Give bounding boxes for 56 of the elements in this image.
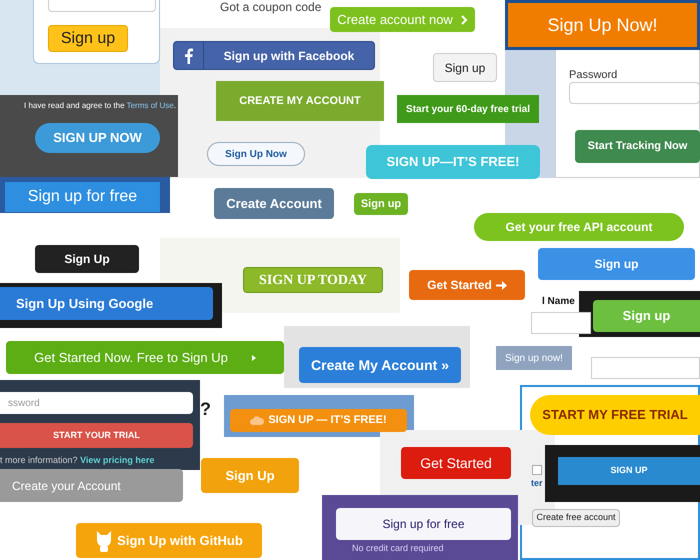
input-field[interactable] [569, 82, 700, 104]
signup-button[interactable]: Sign Up Using Google [0, 287, 213, 320]
input-field[interactable] [531, 312, 591, 334]
label-text: l Name [542, 295, 575, 309]
note-text: t more information? View pricing here [0, 454, 154, 467]
signup-button[interactable]: Create free account [532, 509, 620, 527]
signup-button[interactable]: START YOUR TRIAL [0, 423, 193, 448]
signup-button[interactable]: Start Tracking Now [575, 130, 700, 163]
signup-button[interactable]: Get your free API account [474, 213, 684, 241]
signup-button[interactable]: Create Account [214, 188, 334, 219]
signup-button[interactable]: Sign up [354, 193, 408, 215]
label-text: ? [200, 398, 211, 421]
signup-button[interactable]: Start your 60-day free trial [397, 95, 539, 123]
signup-button[interactable]: Get Started Now. Free to Sign Up [6, 341, 284, 374]
label-text: Got a coupon code [220, 0, 322, 16]
input-field[interactable] [48, 0, 156, 12]
cloud-icon [250, 416, 264, 425]
arrow-icon [496, 280, 507, 290]
checkbox[interactable] [532, 465, 542, 475]
label-text: No credit card required [352, 542, 444, 555]
signup-button[interactable]: Get Started [409, 270, 525, 300]
signup-button[interactable]: SIGN UP — IT’S FREE! [230, 409, 407, 432]
link-text[interactable]: ter [531, 477, 543, 490]
signup-button[interactable]: Sign up [433, 53, 497, 82]
signup-button[interactable]: CREATE MY ACCOUNT [216, 81, 384, 121]
signup-button[interactable]: Sign up for free [336, 508, 511, 540]
signup-button[interactable]: Create your Account [0, 469, 183, 502]
triangle-icon [252, 354, 256, 360]
note-text: I have read and agree to the Terms of Use. [24, 100, 176, 112]
signup-button[interactable]: Sign up [593, 300, 700, 332]
link[interactable]: Terms of Use [126, 101, 174, 110]
signup-button[interactable]: Sign up [48, 25, 128, 52]
signup-button[interactable]: Create account now [330, 7, 475, 32]
signup-button[interactable]: Sign Up Now [207, 142, 305, 166]
cat-icon [95, 530, 114, 552]
signup-button[interactable]: SIGN UP NOW [35, 123, 160, 153]
signup-button[interactable]: START MY FREE TRIAL [530, 395, 700, 435]
link[interactable]: View pricing here [80, 455, 154, 465]
facebook-button[interactable]: Sign up with Facebook [173, 41, 375, 70]
signup-button[interactable]: Sign Up with GitHub [76, 523, 262, 558]
chevron-icon [460, 14, 468, 24]
signup-button[interactable]: Sign Up [201, 458, 299, 493]
signup-button[interactable]: Get Started [401, 447, 511, 479]
label-text: Password [569, 68, 618, 83]
signup-button[interactable]: SIGN UP TODAY [243, 267, 383, 293]
signup-button[interactable]: SIGN UP—IT’S FREE! [366, 145, 540, 179]
input-field[interactable] [591, 357, 700, 379]
signup-button[interactable]: Sign up now! [496, 346, 572, 370]
signup-button[interactable]: Sign up for free [5, 182, 160, 212]
input-field[interactable]: ssword [0, 392, 193, 414]
signup-button[interactable]: Create My Account » [299, 347, 461, 383]
facebook-icon [184, 48, 192, 64]
signup-button[interactable]: SIGN UP [558, 457, 700, 485]
signup-button[interactable]: Sign Up [35, 245, 139, 273]
signup-button[interactable]: Sign Up Now! [505, 0, 700, 50]
signup-button[interactable]: Sign up [538, 248, 695, 280]
